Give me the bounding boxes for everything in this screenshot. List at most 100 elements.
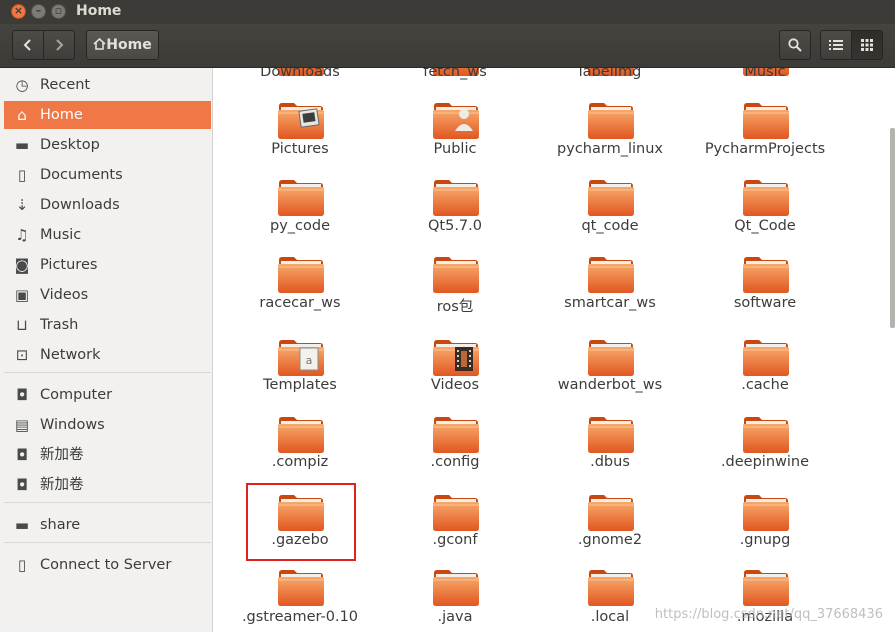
clock-icon: ◷: [15, 76, 29, 94]
folder-icon: [278, 417, 324, 453]
folder-icon: [433, 340, 479, 376]
network-icon: ⊡: [15, 346, 29, 364]
sidebar-item-pictures[interactable]: ◙ Pictures: [4, 251, 211, 279]
folder-name: ros包: [436, 299, 474, 315]
folder-name: .cache: [741, 377, 789, 393]
maximize-icon: ▫: [54, 4, 63, 17]
folder-name: PycharmProjects: [704, 141, 826, 157]
maximize-window-button[interactable]: ▫: [51, 4, 66, 19]
folder-icon: [743, 103, 789, 139]
download-icon: ⇣: [15, 196, 29, 214]
folder-icon: [278, 103, 324, 139]
template-emblem-icon: a: [299, 347, 319, 371]
folder-icon: ▬: [14, 136, 30, 154]
sidebar-item-label: Videos: [40, 287, 89, 303]
folder-name: wanderbot_ws: [557, 377, 663, 393]
folder-icon: [743, 495, 789, 531]
folder-icon: [743, 417, 789, 453]
folder-name: software: [733, 295, 797, 311]
scrollbar[interactable]: [890, 128, 895, 328]
drive-icon: ◘: [16, 446, 28, 464]
folder-icon: a: [278, 340, 324, 376]
sidebar-separator: [4, 502, 211, 503]
grid-icon: [861, 39, 873, 51]
sidebar-item-network[interactable]: ⊡ Network: [4, 341, 211, 369]
sidebar-item-label: Pictures: [40, 257, 98, 273]
sidebar-item-home[interactable]: ⌂ Home: [4, 101, 211, 129]
sidebar-item-label: Documents: [40, 167, 123, 183]
folder-name: Downloads: [260, 68, 340, 80]
search-icon: [788, 38, 802, 52]
sidebar-item-label: share: [40, 517, 81, 533]
folder-name: .java: [437, 609, 473, 625]
breadcrumb-home-button[interactable]: Home: [86, 30, 159, 60]
sidebar-item-label: 新加卷: [40, 477, 84, 493]
sidebar-item-recent[interactable]: ◷ Recent: [4, 71, 211, 99]
sidebar-separator: [4, 542, 211, 543]
pictures-emblem-icon: [298, 108, 320, 128]
svg-text:a: a: [306, 354, 313, 367]
chevron-left-icon: [23, 39, 31, 51]
folder-name: Public: [433, 141, 477, 157]
sidebar-item-新加卷[interactable]: ◘ 新加卷: [4, 471, 211, 499]
list-view-button[interactable]: [820, 30, 852, 60]
file-grid: .mozilla .local .java .gstreamer-0.10 .gnupg…: [213, 68, 895, 632]
grid-view-button[interactable]: [851, 30, 883, 60]
folder-name: .dbus: [590, 454, 630, 470]
sidebar-item-label: Recent: [40, 77, 91, 93]
back-button[interactable]: [12, 30, 44, 60]
drive-icon: ◘: [16, 386, 28, 404]
folder-name: .gstreamer-0.10: [241, 609, 359, 625]
folder-icon: [278, 570, 324, 606]
music-icon: ♫: [15, 226, 29, 244]
sidebar-item-windows[interactable]: ▤ Windows: [4, 411, 211, 439]
folder-name: racecar_ws: [259, 295, 341, 311]
folder-icon: [433, 417, 479, 453]
sidebar-item-connect-to-server[interactable]: ▯ Connect to Server: [4, 551, 211, 579]
folder-name: Templates: [263, 377, 337, 393]
close-window-button[interactable]: ×: [11, 4, 26, 19]
sidebar-item-label: Computer: [40, 387, 113, 403]
folder-name: .gconf: [432, 532, 478, 548]
sidebar-item-label: Music: [40, 227, 82, 243]
sidebar-item-share[interactable]: ▬ share: [4, 511, 211, 539]
sidebar-item-label: Downloads: [40, 197, 120, 213]
minimize-window-button[interactable]: –: [31, 4, 46, 19]
folder-name: Qt5.7.0: [428, 218, 482, 234]
folder-icon: [743, 257, 789, 293]
sidebar-item-documents[interactable]: ▯ Documents: [4, 161, 211, 189]
folder-icon: [588, 180, 634, 216]
folder-name: qt_code: [581, 218, 639, 234]
sidebar-item-music[interactable]: ♫ Music: [4, 221, 211, 249]
folder-icon: [588, 570, 634, 606]
sidebar-item-computer[interactable]: ◘ Computer: [4, 381, 211, 409]
sidebar-item-trash[interactable]: ⊔ Trash: [4, 311, 211, 339]
sidebar-item-desktop[interactable]: ▬ Desktop: [4, 131, 211, 159]
window-title: Home: [76, 3, 122, 19]
sidebar-item-downloads[interactable]: ⇣ Downloads: [4, 191, 211, 219]
folder-icon: [433, 257, 479, 293]
sidebar: ◷ Recent ⌂ Home ▬ Desktop ▯ Documents ⇣ Downloads…: [0, 68, 213, 632]
search-button[interactable]: [779, 30, 811, 60]
trash-icon: ⊔: [16, 316, 28, 334]
folder-icon: [588, 495, 634, 531]
sidebar-item-label: Trash: [40, 317, 79, 333]
folder-icon: [433, 103, 479, 139]
folder-icon: [588, 340, 634, 376]
forward-button[interactable]: [43, 30, 75, 60]
folder-icon: ▬: [14, 516, 30, 534]
folder-icon: [433, 570, 479, 606]
breadcrumb-label: Home: [106, 37, 152, 53]
folder-name: Music: [744, 68, 786, 80]
folder-name: .deepinwine: [720, 454, 810, 470]
sidebar-item-label: Home: [40, 107, 83, 123]
sidebar-item-videos[interactable]: ▣ Videos: [4, 281, 211, 309]
folder-name: .config: [430, 454, 480, 470]
close-icon: ×: [13, 4, 24, 17]
folder-name: Videos: [430, 377, 480, 393]
sidebar-item-label: Desktop: [40, 137, 100, 153]
selection-highlight-box: [246, 483, 356, 561]
sidebar-separator: [4, 372, 211, 373]
video-icon: ▣: [14, 286, 30, 304]
sidebar-item-新加卷[interactable]: ◘ 新加卷: [4, 441, 211, 469]
